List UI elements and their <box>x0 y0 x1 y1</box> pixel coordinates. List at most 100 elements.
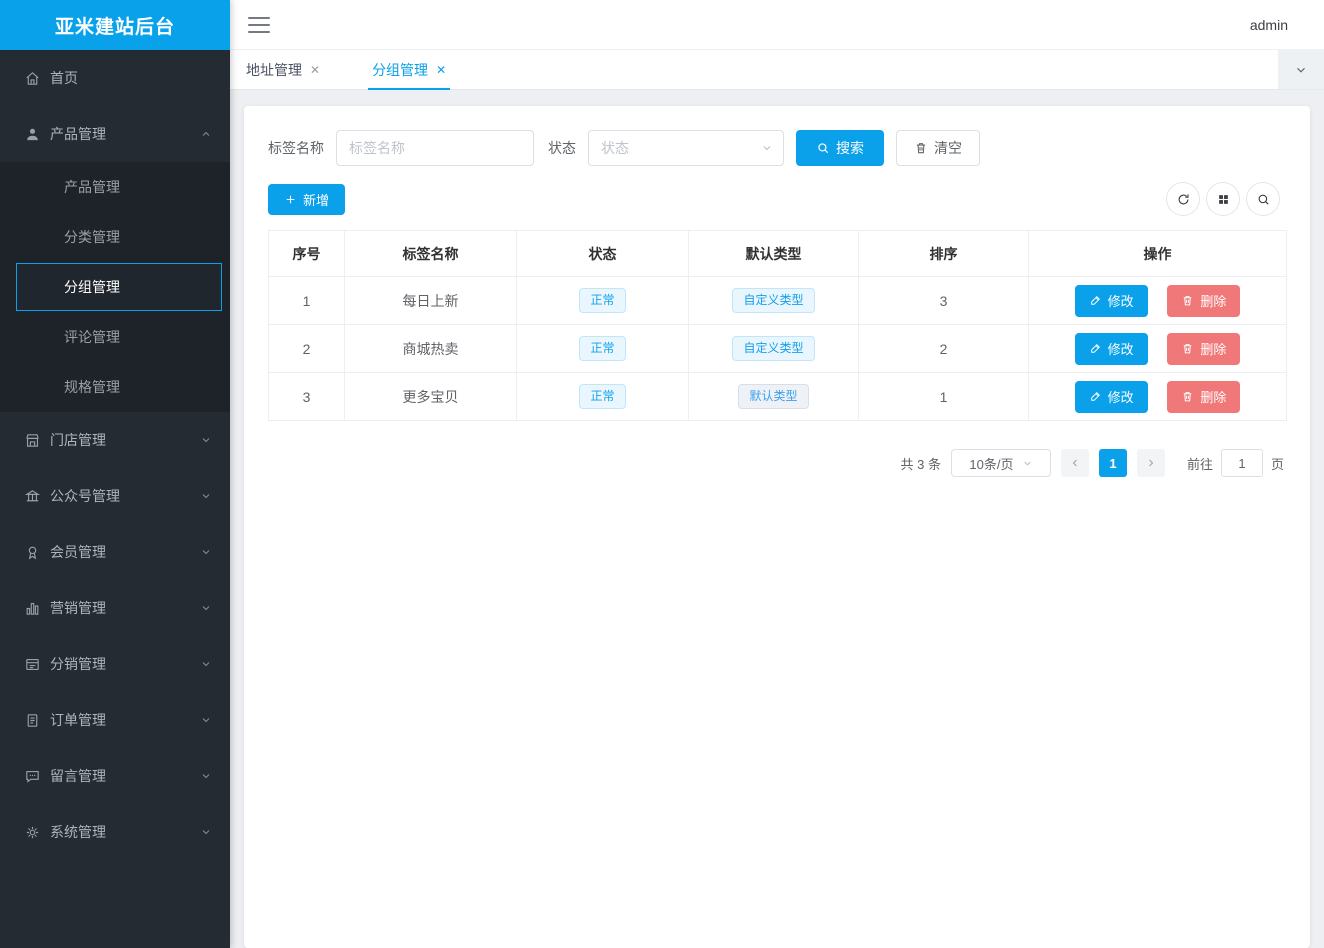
tab-group-mgmt[interactable]: 分组管理 ✕ <box>368 50 450 90</box>
pencil-icon <box>1089 390 1102 403</box>
clear-button-label: 清空 <box>934 138 962 158</box>
official-account-icon <box>24 488 41 505</box>
tab-list-dropdown-button[interactable] <box>1278 50 1324 89</box>
close-icon[interactable]: ✕ <box>310 63 320 77</box>
close-icon[interactable]: ✕ <box>436 63 446 77</box>
page-number-1[interactable]: 1 <box>1099 449 1127 477</box>
search-icon <box>1256 192 1271 207</box>
header-name: 标签名称 <box>345 231 517 277</box>
refresh-icon <box>1176 192 1191 207</box>
delete-button[interactable]: 删除 <box>1167 285 1240 317</box>
sidebar-subitem-spec[interactable]: 规格管理 <box>0 362 230 412</box>
search-button[interactable]: 搜索 <box>796 130 884 166</box>
edit-button[interactable]: 修改 <box>1075 333 1148 365</box>
trash-icon <box>1181 294 1194 307</box>
edit-button[interactable]: 修改 <box>1075 285 1148 317</box>
header-type: 默认类型 <box>689 231 859 277</box>
sidebar-item-label: 留言管理 <box>50 766 106 786</box>
chevron-down-icon <box>200 602 212 614</box>
tab-address-mgmt[interactable]: 地址管理 ✕ <box>242 50 324 90</box>
sidebar-subitem-product[interactable]: 产品管理 <box>0 162 230 212</box>
cell-seq: 2 <box>269 325 345 373</box>
topbar: admin <box>230 0 1324 50</box>
cell-actions: 修改 删除 <box>1029 277 1287 325</box>
cell-type: 自定义类型 <box>689 325 859 373</box>
member-icon <box>24 544 41 561</box>
search-icon <box>816 141 830 155</box>
sidebar-item-home[interactable]: 首页 <box>0 50 230 106</box>
sidebar-item-store-mgmt[interactable]: 门店管理 <box>0 412 230 468</box>
chevron-down-icon <box>200 826 212 838</box>
delete-button[interactable]: 删除 <box>1167 333 1240 365</box>
sidebar-item-label: 门店管理 <box>50 430 106 450</box>
order-icon <box>24 712 41 729</box>
cell-sort: 3 <box>859 277 1029 325</box>
table-header-row: 序号 标签名称 状态 默认类型 排序 操作 <box>269 231 1287 277</box>
add-button[interactable]: 新增 <box>268 184 345 215</box>
refresh-button[interactable] <box>1166 182 1200 216</box>
content-card: 标签名称 状态 状态 搜索 清空 新增 <box>244 106 1310 948</box>
delete-button-label: 删除 <box>1200 387 1226 406</box>
store-icon <box>24 432 41 449</box>
user-menu[interactable]: admin <box>1250 17 1288 33</box>
pencil-icon <box>1089 342 1102 355</box>
cell-type: 自定义类型 <box>689 277 859 325</box>
clear-button[interactable]: 清空 <box>896 130 980 166</box>
header-status: 状态 <box>517 231 689 277</box>
user-icon <box>24 126 41 143</box>
table-row: 3 更多宝贝 正常 默认类型 1 修改 删除 <box>269 373 1287 421</box>
sidebar-item-system-mgmt[interactable]: 系统管理 <box>0 804 230 860</box>
tab-label: 地址管理 <box>246 60 302 80</box>
tag-name-input[interactable] <box>336 130 534 166</box>
status-badge: 正常 <box>579 288 625 312</box>
status-label: 状态 <box>548 138 576 158</box>
cell-sort: 1 <box>859 373 1029 421</box>
cell-name: 每日上新 <box>345 277 517 325</box>
trash-icon <box>1181 390 1194 403</box>
add-button-label: 新增 <box>303 190 329 209</box>
edit-button[interactable]: 修改 <box>1075 381 1148 413</box>
type-badge: 自定义类型 <box>732 288 814 312</box>
chevron-down-icon <box>200 714 212 726</box>
sidebar-item-message-mgmt[interactable]: 留言管理 <box>0 748 230 804</box>
sidebar-item-official-account-mgmt[interactable]: 公众号管理 <box>0 468 230 524</box>
sidebar-item-distribution-mgmt[interactable]: 分销管理 <box>0 636 230 692</box>
type-badge: 自定义类型 <box>732 336 814 360</box>
edit-button-label: 修改 <box>1108 339 1134 358</box>
total-count-label: 共 3 条 <box>901 454 941 473</box>
page-size-value: 10条/页 <box>969 454 1013 473</box>
tag-name-label: 标签名称 <box>268 138 324 158</box>
sidebar-subitem-comment[interactable]: 评论管理 <box>0 312 230 362</box>
sidebar-item-label: 订单管理 <box>50 710 106 730</box>
sidebar-item-order-mgmt[interactable]: 订单管理 <box>0 692 230 748</box>
delete-button[interactable]: 删除 <box>1167 381 1240 413</box>
action-row: 新增 <box>268 182 1286 216</box>
column-grid-button[interactable] <box>1206 182 1240 216</box>
sidebar-subitem-category[interactable]: 分类管理 <box>0 212 230 262</box>
sidebar-item-member-mgmt[interactable]: 会员管理 <box>0 524 230 580</box>
prev-page-button[interactable] <box>1061 449 1089 477</box>
next-page-button[interactable] <box>1137 449 1165 477</box>
chevron-left-icon <box>1069 457 1081 469</box>
sidebar-subitem-label: 规格管理 <box>64 377 120 397</box>
search-button-label: 搜索 <box>836 138 864 158</box>
filter-row: 标签名称 状态 状态 搜索 清空 <box>268 130 1286 166</box>
status-select[interactable]: 状态 <box>588 130 784 166</box>
pagination: 共 3 条 10条/页 1 前往 页 <box>268 449 1286 477</box>
chevron-right-icon <box>1145 457 1157 469</box>
pencil-icon <box>1089 294 1102 307</box>
sidebar-item-label: 会员管理 <box>50 542 106 562</box>
hamburger-menu-icon[interactable] <box>248 17 270 33</box>
goto-page-input[interactable] <box>1221 449 1263 477</box>
sidebar-subitem-group-active[interactable]: 分组管理 <box>16 263 222 311</box>
sidebar-item-product-mgmt[interactable]: 产品管理 <box>0 106 230 162</box>
gear-icon <box>24 824 41 841</box>
plus-icon <box>284 193 297 206</box>
search-toggle-button[interactable] <box>1246 182 1280 216</box>
sidebar-item-marketing-mgmt[interactable]: 营销管理 <box>0 580 230 636</box>
chevron-down-icon <box>200 770 212 782</box>
cell-actions: 修改 删除 <box>1029 325 1287 373</box>
page-size-select[interactable]: 10条/页 <box>951 449 1051 477</box>
trash-icon <box>1181 342 1194 355</box>
chevron-up-icon <box>200 128 212 140</box>
